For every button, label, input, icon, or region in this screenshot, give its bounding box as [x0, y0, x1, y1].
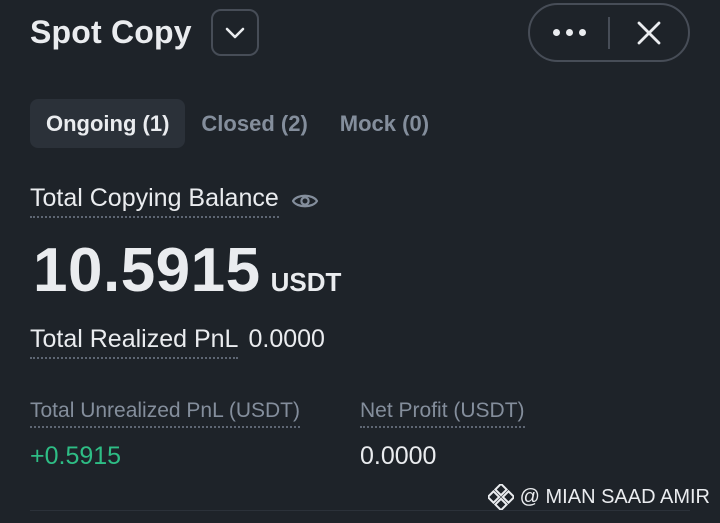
unrealized-pnl-value: +0.5915	[30, 442, 122, 470]
more-dot	[578, 29, 586, 36]
total-realized-pnl-label[interactable]: Total Realized PnL	[30, 325, 239, 359]
more-options-button[interactable]	[530, 5, 608, 60]
bottom-divider	[30, 510, 690, 511]
binance-logo-icon	[487, 484, 514, 510]
balance-label-row: Total Copying Balance	[30, 184, 319, 218]
unrealized-pnl-stat: Total Unrealized PnL (USDT) +0.5915	[30, 399, 300, 471]
balance-unit: USDT	[270, 267, 342, 297]
status-tabs: Ongoing (1) Closed (2) Mock (0)	[30, 99, 445, 148]
total-realized-pnl-value: 0.0000	[248, 325, 325, 353]
total-copying-balance-value: 10.5915	[33, 236, 261, 305]
page-title: Spot Copy	[30, 14, 192, 50]
watermark-text: @ MIAN SAAD AMIR	[519, 485, 710, 508]
total-copying-balance-label[interactable]: Total Copying Balance	[30, 184, 279, 218]
close-icon	[637, 21, 661, 44]
chevron-down-icon	[225, 27, 245, 38]
more-horizontal-icon	[552, 29, 560, 36]
unrealized-pnl-label[interactable]: Total Unrealized PnL (USDT)	[30, 399, 300, 428]
tab-mock[interactable]: Mock (0)	[324, 99, 445, 148]
close-button[interactable]	[610, 5, 688, 60]
tab-closed[interactable]: Closed (2)	[185, 99, 323, 148]
watermark: @ MIAN SAAD AMIR	[487, 484, 710, 510]
net-profit-label[interactable]: Net Profit (USDT)	[360, 399, 525, 428]
net-profit-value: 0.0000	[360, 442, 437, 470]
tab-ongoing[interactable]: Ongoing (1)	[30, 99, 186, 148]
eye-icon[interactable]	[291, 192, 319, 210]
net-profit-stat: Net Profit (USDT) 0.0000	[360, 399, 525, 471]
header-actions-group	[528, 3, 690, 62]
more-dot	[565, 29, 573, 36]
title-dropdown-button[interactable]	[211, 9, 259, 56]
spot-copy-page: Spot Copy Ongoing (1) Closed (2) Mock (0…	[0, 0, 720, 523]
balance-value-row: 10.5915 USDT	[33, 235, 341, 306]
realized-pnl-row: Total Realized PnL 0.0000	[30, 325, 325, 359]
